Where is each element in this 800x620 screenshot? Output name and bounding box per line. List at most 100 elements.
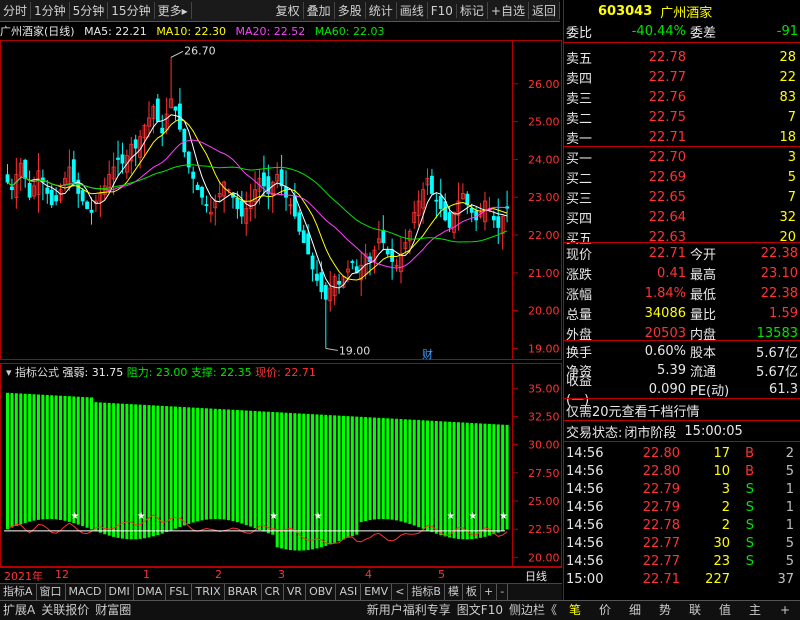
indicator-bar (364, 417, 368, 522)
ask-vol: 22 (779, 69, 796, 85)
bottom-right-6[interactable]: 主 (740, 601, 770, 620)
toolbar-item-7[interactable]: 多股 (335, 2, 366, 19)
indicator-bar (156, 405, 160, 536)
tab-10[interactable]: OBV (306, 584, 337, 600)
indicator-chart[interactable]: 20.00 22.50 25.00 27.50 30.00 32.50 35.00 ▾ 指标公… (0, 363, 562, 567)
tab-15[interactable]: 模 (445, 584, 463, 600)
bid-row: 买二 22.69 5 (564, 167, 800, 187)
candle (350, 259, 355, 270)
candle (89, 197, 94, 225)
indicator-bar (253, 410, 257, 529)
tab-2[interactable]: MACD (66, 584, 106, 600)
toolbar-item-2[interactable]: 5分钟 (70, 2, 109, 19)
bid-label: 买四 (566, 211, 593, 227)
tab-9[interactable]: VR (284, 584, 307, 600)
bottom-mid-1[interactable]: 侧边栏《 (506, 601, 560, 620)
tick-vol: 2 (721, 517, 730, 533)
tab-8[interactable]: CR (262, 584, 284, 600)
tab-11[interactable]: ASI (336, 584, 362, 600)
ask-price: 22.77 (648, 69, 686, 85)
tab-6[interactable]: TRIX (192, 584, 225, 600)
candle (76, 172, 81, 208)
candlestick-chart[interactable]: 19.00 20.00 21.00 22.00 23.00 24.00 25.00 26.00… (0, 40, 562, 360)
toolbar-item-6[interactable]: 叠加 (304, 2, 335, 19)
tab-16[interactable]: 板 (463, 584, 481, 600)
tab-13[interactable]: < (392, 584, 409, 600)
toolbar-item-13[interactable]: 返回 (529, 2, 560, 19)
tick-dir: S (745, 553, 754, 569)
tab-7[interactable]: BRAR (225, 584, 262, 600)
toolbar-item-1[interactable]: 1分钟 (31, 2, 70, 19)
toolbar-item-11[interactable]: 标记 (457, 2, 488, 19)
toolbar-item-5[interactable]: 复权 (273, 2, 304, 19)
tick-vol: 3 (721, 481, 730, 497)
quote2-label: 换手 (566, 345, 593, 361)
bottom-right-0[interactable]: 笔 (560, 601, 590, 620)
bid-price: 22.65 (648, 189, 686, 205)
toolbar-item-12[interactable]: +自选 (488, 2, 529, 19)
tick-count: 2 (785, 445, 794, 461)
quote2-value: 5.67亿 (756, 364, 798, 380)
tick-price: 22.77 (642, 553, 680, 569)
tab-14[interactable]: 指标B (408, 584, 445, 600)
indicator-bar (32, 394, 36, 521)
bottom-right-4[interactable]: 联 (680, 601, 710, 620)
ma20-value: MA20: 22.52 (235, 25, 306, 38)
ask-vol: 7 (787, 109, 796, 125)
toolbar-item-3[interactable]: 15分钟 (108, 2, 155, 19)
promo-row[interactable]: 仅需20元查看千档行情 (564, 400, 800, 420)
indicator-bar (19, 393, 23, 525)
bottom-left-0[interactable]: 扩展A (0, 601, 38, 620)
star-marker: ★ (446, 511, 455, 522)
candle (301, 224, 306, 243)
ask-vol: 18 (779, 129, 796, 145)
tick-count: 1 (785, 481, 794, 497)
bid-vol: 3 (787, 149, 796, 165)
quote2-row: 收益(一) 0.090 PE(动) 61.3 (564, 374, 800, 408)
bottom-right-5[interactable]: 值 (710, 601, 740, 620)
indicator-bar (311, 414, 315, 550)
bottom-left-2[interactable]: 财富圈 (92, 601, 134, 620)
tab-1[interactable]: 窗口 (37, 584, 66, 600)
candle (45, 180, 50, 204)
bottom-left-1[interactable]: 关联报价 (38, 601, 92, 620)
ask-label: 卖三 (566, 91, 593, 107)
indicator-bar (76, 396, 80, 525)
bottom-right-7[interactable]: + (770, 601, 800, 620)
tab-5[interactable]: FSL (166, 584, 193, 600)
toolbar-item-0[interactable]: 分时 (0, 2, 32, 19)
indicator-bar (59, 395, 63, 520)
toolbar-item-8[interactable]: 统计 (366, 2, 397, 19)
tab-17[interactable]: + (481, 584, 498, 600)
tick-vol: 17 (713, 445, 730, 461)
toolbar-item-4[interactable]: 更多▸ (155, 2, 192, 19)
bottom-mid-0[interactable]: 图文F10 (454, 601, 506, 620)
toolbar-item-9[interactable]: 画线 (397, 2, 428, 19)
indicator-bar (182, 407, 186, 526)
ask-row: 卖二 22.75 7 (564, 107, 800, 127)
quote-value: 20503 (644, 325, 686, 341)
bottom-right-1[interactable]: 价 (590, 601, 620, 620)
bottom-right-3[interactable]: 势 (650, 601, 680, 620)
tick-count: 5 (785, 553, 794, 569)
quote2-label: PE(动) (690, 383, 730, 399)
ytick-label: 22.00 (528, 229, 560, 242)
candle (279, 155, 284, 196)
candle (394, 258, 399, 272)
toolbar-item-10[interactable]: F10 (428, 3, 457, 18)
bottom-right-2[interactable]: 细 (620, 601, 650, 620)
promo-text: 仅需20元查看千档行情 (566, 404, 700, 420)
bottom-ad[interactable]: 新用户福利专享 (364, 601, 454, 620)
candle (155, 93, 160, 123)
indicator-bar (227, 409, 231, 521)
candle (36, 153, 41, 213)
xtick-1: 12 (55, 568, 69, 581)
tab-18[interactable]: - (497, 584, 509, 600)
indicator-bar (191, 407, 195, 523)
quote-row: 总量 34086 量比 1.59 (564, 303, 800, 323)
quote2-value: 5.39 (657, 362, 686, 378)
tab-4[interactable]: DMA (134, 584, 167, 600)
tab-0[interactable]: 指标A (0, 584, 37, 600)
tab-12[interactable]: EMV (361, 584, 393, 600)
tab-3[interactable]: DMI (106, 584, 134, 600)
